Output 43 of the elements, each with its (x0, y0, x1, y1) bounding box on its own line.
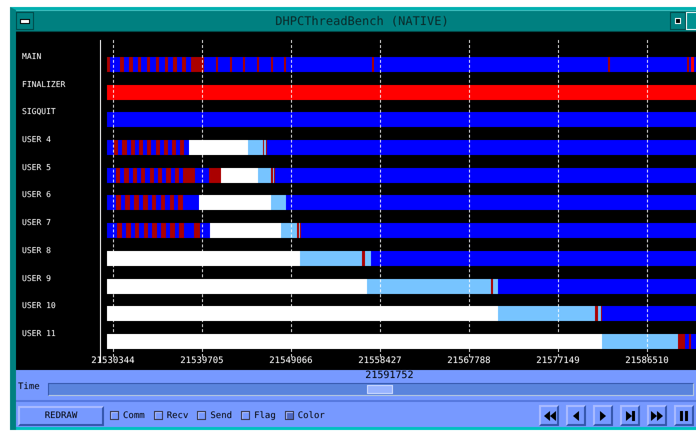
maximize-button[interactable] (686, 12, 696, 30)
axis-tick-label: 21530344 (91, 356, 135, 366)
thread-label: USER 5 (21, 162, 52, 172)
checkbox-label[interactable]: Send (210, 410, 232, 420)
checkbox-label[interactable]: Color (298, 410, 325, 420)
step-back-button[interactable] (566, 405, 586, 426)
rewind-button[interactable] (539, 405, 559, 426)
slider-thumb[interactable] (367, 385, 394, 394)
checkbox[interactable] (197, 411, 206, 420)
window-title: DHPCThreadBench (NATIVE) (274, 14, 450, 28)
window-menu-button[interactable] (16, 12, 34, 30)
axis-tick-label: 21558427 (358, 356, 402, 366)
thread-label: FINALIZER (21, 78, 66, 89)
redraw-button[interactable]: REDRAW (18, 406, 104, 426)
thread-label: USER 7 (21, 217, 52, 228)
thread-label: USER 4 (21, 134, 52, 144)
thread-label: MAIN (21, 51, 42, 61)
fast-forward-button[interactable] (647, 405, 667, 426)
checkbox-label[interactable]: Flag (254, 410, 276, 420)
pause-button[interactable] (674, 405, 694, 426)
thread-label: USER 10 (21, 300, 57, 310)
thread-label: USER 11 (21, 328, 57, 338)
time-label: Time (18, 382, 41, 394)
thread-label: SIGQUIT (21, 106, 57, 116)
skip-end-button[interactable] (620, 405, 640, 426)
checkbox-label[interactable]: Comm (123, 410, 145, 420)
axis-tick-label: 21586510 (625, 356, 669, 366)
axis-tick-label: 21577149 (536, 356, 580, 366)
thread-label: USER 6 (21, 189, 52, 200)
axis-tick-label: 21567788 (447, 356, 491, 366)
time-slider[interactable] (48, 383, 694, 396)
minimize-button[interactable] (670, 12, 686, 30)
checkbox-label[interactable]: Recv (166, 410, 188, 420)
axis-tick-label: 21549066 (269, 356, 313, 366)
play-button[interactable] (593, 405, 613, 426)
thread-label: USER 8 (21, 244, 52, 255)
checkbox[interactable] (110, 411, 119, 420)
axis-tick-label: 21539705 (180, 356, 224, 366)
checkbox[interactable] (154, 411, 163, 420)
time-value: 21591752 (365, 370, 414, 381)
thread-label: USER 9 (21, 272, 52, 282)
checkbox[interactable] (284, 411, 294, 420)
checkbox[interactable] (241, 411, 250, 420)
